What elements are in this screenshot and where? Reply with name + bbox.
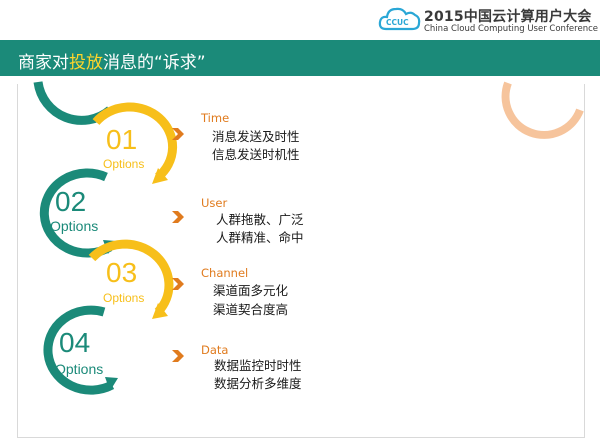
decorative-ring bbox=[501, 81, 584, 139]
step-caption-02: Options bbox=[50, 218, 98, 234]
step-label-time: Time bbox=[201, 111, 230, 125]
step-caption-03: Options bbox=[103, 291, 144, 305]
step-1-item-2: 信息发送时机性 bbox=[212, 147, 300, 162]
step-number-02: 02 bbox=[55, 186, 86, 217]
step-3-item-1: 渠道面多元化 bbox=[213, 283, 289, 298]
step-4-item-2: 数据分析多维度 bbox=[214, 376, 302, 391]
step-3-item-2: 渠道契合度高 bbox=[213, 302, 289, 317]
step-number-01: 01 bbox=[106, 124, 137, 155]
step-caption-04: Options bbox=[55, 361, 103, 377]
step-2-item-1: 人群拖散、广泛 bbox=[216, 212, 304, 227]
chevron-right-icon bbox=[172, 350, 184, 362]
slide: CCUC 2015中国云计算用户大会 China Cloud Computing… bbox=[0, 0, 600, 448]
chevron-right-icon bbox=[172, 278, 184, 290]
chevron-right-icon bbox=[172, 211, 184, 223]
step-number-03: 03 bbox=[106, 257, 137, 288]
step-4-item-1: 数据监控时时性 bbox=[214, 358, 302, 373]
step-1-item-1: 消息发送及时性 bbox=[212, 129, 300, 144]
step-label-user: User bbox=[201, 196, 228, 210]
step-label-channel: Channel bbox=[201, 266, 249, 280]
step-number-04: 04 bbox=[59, 327, 90, 358]
step-caption-01: Options bbox=[103, 157, 144, 171]
step-2-item-2: 人群精准、命中 bbox=[216, 230, 304, 245]
step-label-data: Data bbox=[201, 343, 229, 357]
